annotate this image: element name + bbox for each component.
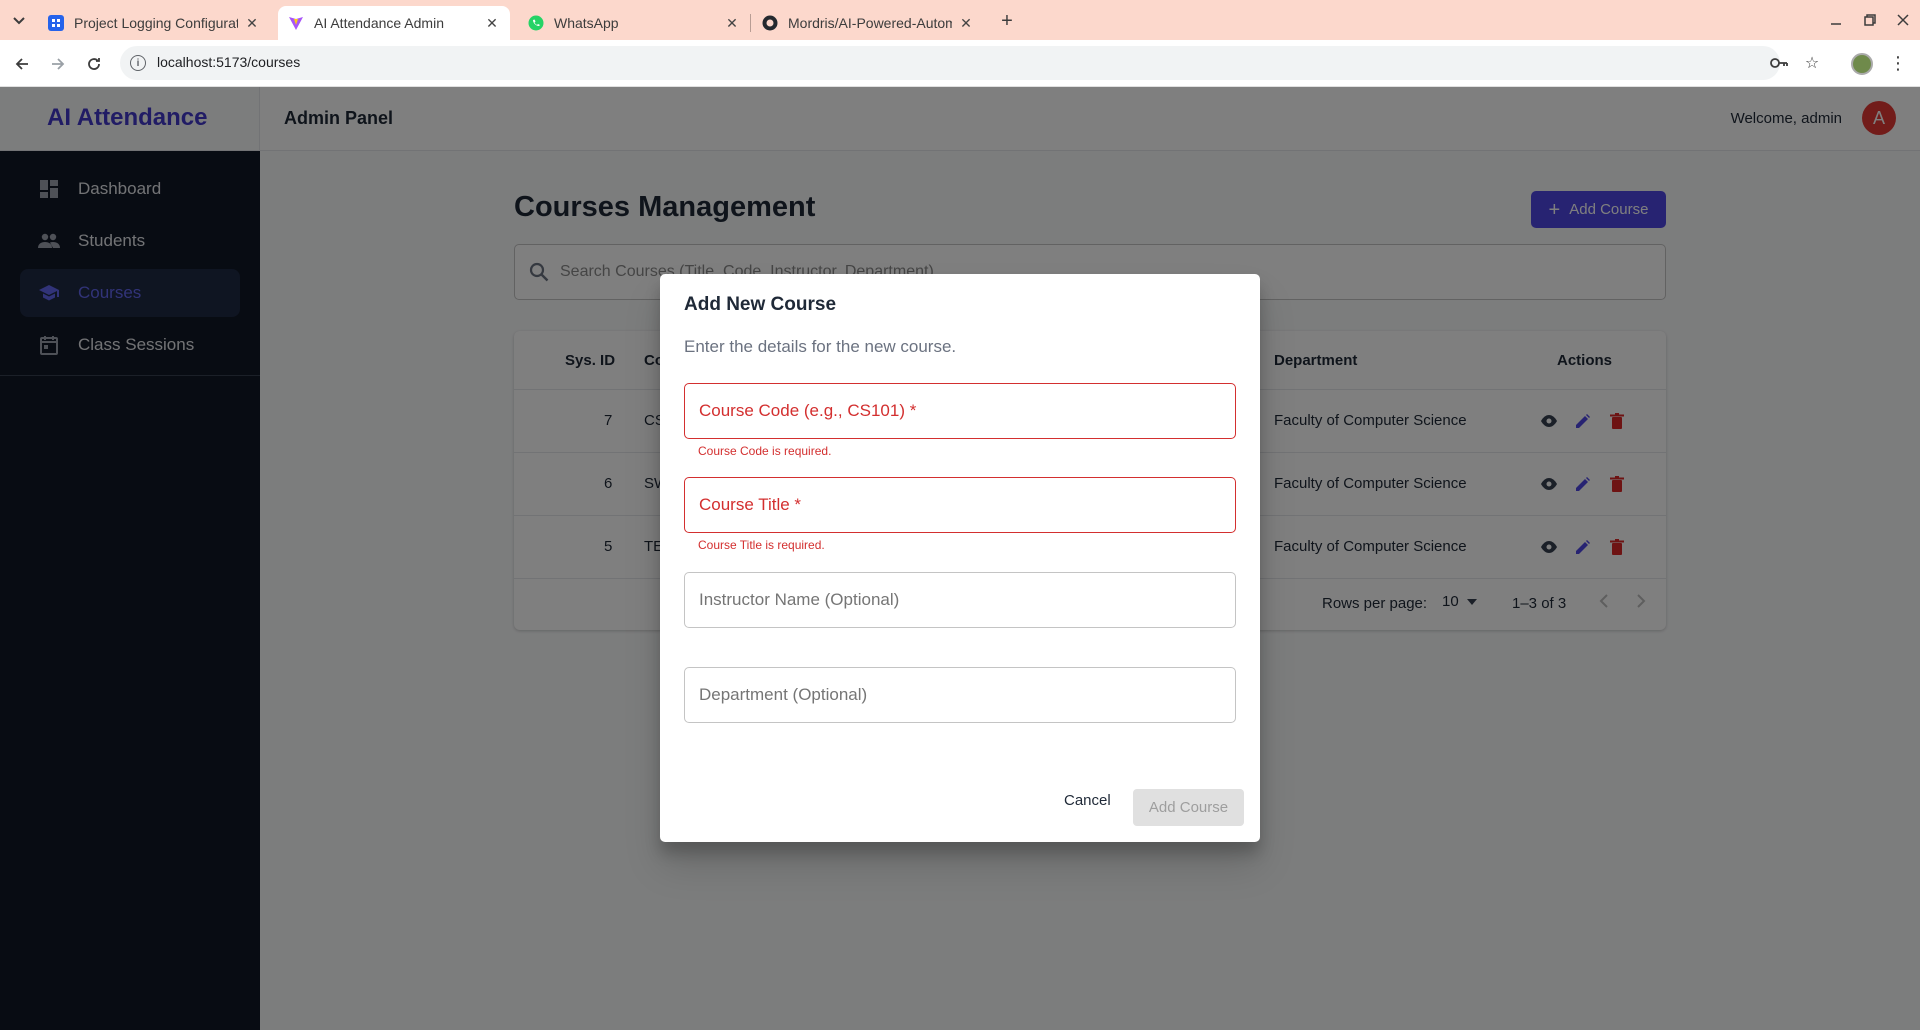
close-icon[interactable]: ✕ [958,15,974,31]
back-icon[interactable] [10,52,34,76]
reload-icon[interactable] [82,52,106,76]
course-title-label: Course Title * [699,495,802,514]
browser-tab-github[interactable]: Mordris/AI-Powered-Autom ✕ [752,6,984,40]
dialog-title: Add New Course [684,294,837,315]
whatsapp-icon [528,15,544,31]
add-course-submit-button[interactable]: Add Course [1133,789,1244,826]
address-bar[interactable] [120,46,1780,80]
course-title-field[interactable]: Course Title * [684,477,1236,533]
browser-tab-whatsapp[interactable]: WhatsApp ✕ [518,6,750,40]
instructor-name-field[interactable]: Instructor Name (Optional) [684,572,1236,628]
instructor-name-label: Instructor Name (Optional) [699,590,900,609]
browser-menu-icon[interactable]: ⋮ [1889,53,1907,73]
password-key-icon[interactable] [1769,53,1789,73]
course-code-field[interactable]: Course Code (e.g., CS101) * [684,383,1236,439]
forward-icon[interactable] [46,52,70,76]
dialog-subtitle: Enter the details for the new course. [684,337,957,356]
vite-icon [288,15,304,31]
url-text: localhost:5173/courses [157,54,301,70]
profile-avatar-icon[interactable] [1851,53,1873,75]
close-icon[interactable]: ✕ [244,15,260,31]
tab-search-icon[interactable] [8,10,30,32]
site-info-icon[interactable]: i [130,55,146,71]
browser-tab-strip: Project Logging Configuratio ✕ AI Attend… [0,0,1920,40]
department-label: Department (Optional) [699,685,868,704]
course-code-label: Course Code (e.g., CS101) * [699,401,917,420]
jira-icon [48,15,64,31]
restore-icon[interactable] [1860,10,1880,30]
department-field[interactable]: Department (Optional) [684,667,1236,723]
browser-tab-ai-attendance[interactable]: AI Attendance Admin ✕ [278,6,510,40]
course-code-error: Course Code is required. [698,444,832,458]
tab-separator [750,14,751,32]
tab-title: AI Attendance Admin [314,15,444,31]
cancel-button[interactable]: Cancel [1064,792,1111,809]
close-icon[interactable]: ✕ [484,15,500,31]
course-title-error: Course Title is required. [698,538,825,552]
close-window-icon[interactable] [1893,10,1913,30]
new-tab-icon[interactable]: + [996,10,1018,32]
minimize-icon[interactable] [1826,10,1846,30]
tab-title: WhatsApp [554,15,619,31]
tab-title: Mordris/AI-Powered-Autom [788,15,952,31]
close-icon[interactable]: ✕ [724,15,740,31]
browser-tab-project-logging[interactable]: Project Logging Configuratio ✕ [38,6,270,40]
bookmark-star-icon[interactable]: ☆ [1802,53,1822,73]
tab-title: Project Logging Configuratio [74,15,238,31]
add-course-dialog: Add New Course Enter the details for the… [660,274,1260,842]
github-icon [762,15,778,31]
